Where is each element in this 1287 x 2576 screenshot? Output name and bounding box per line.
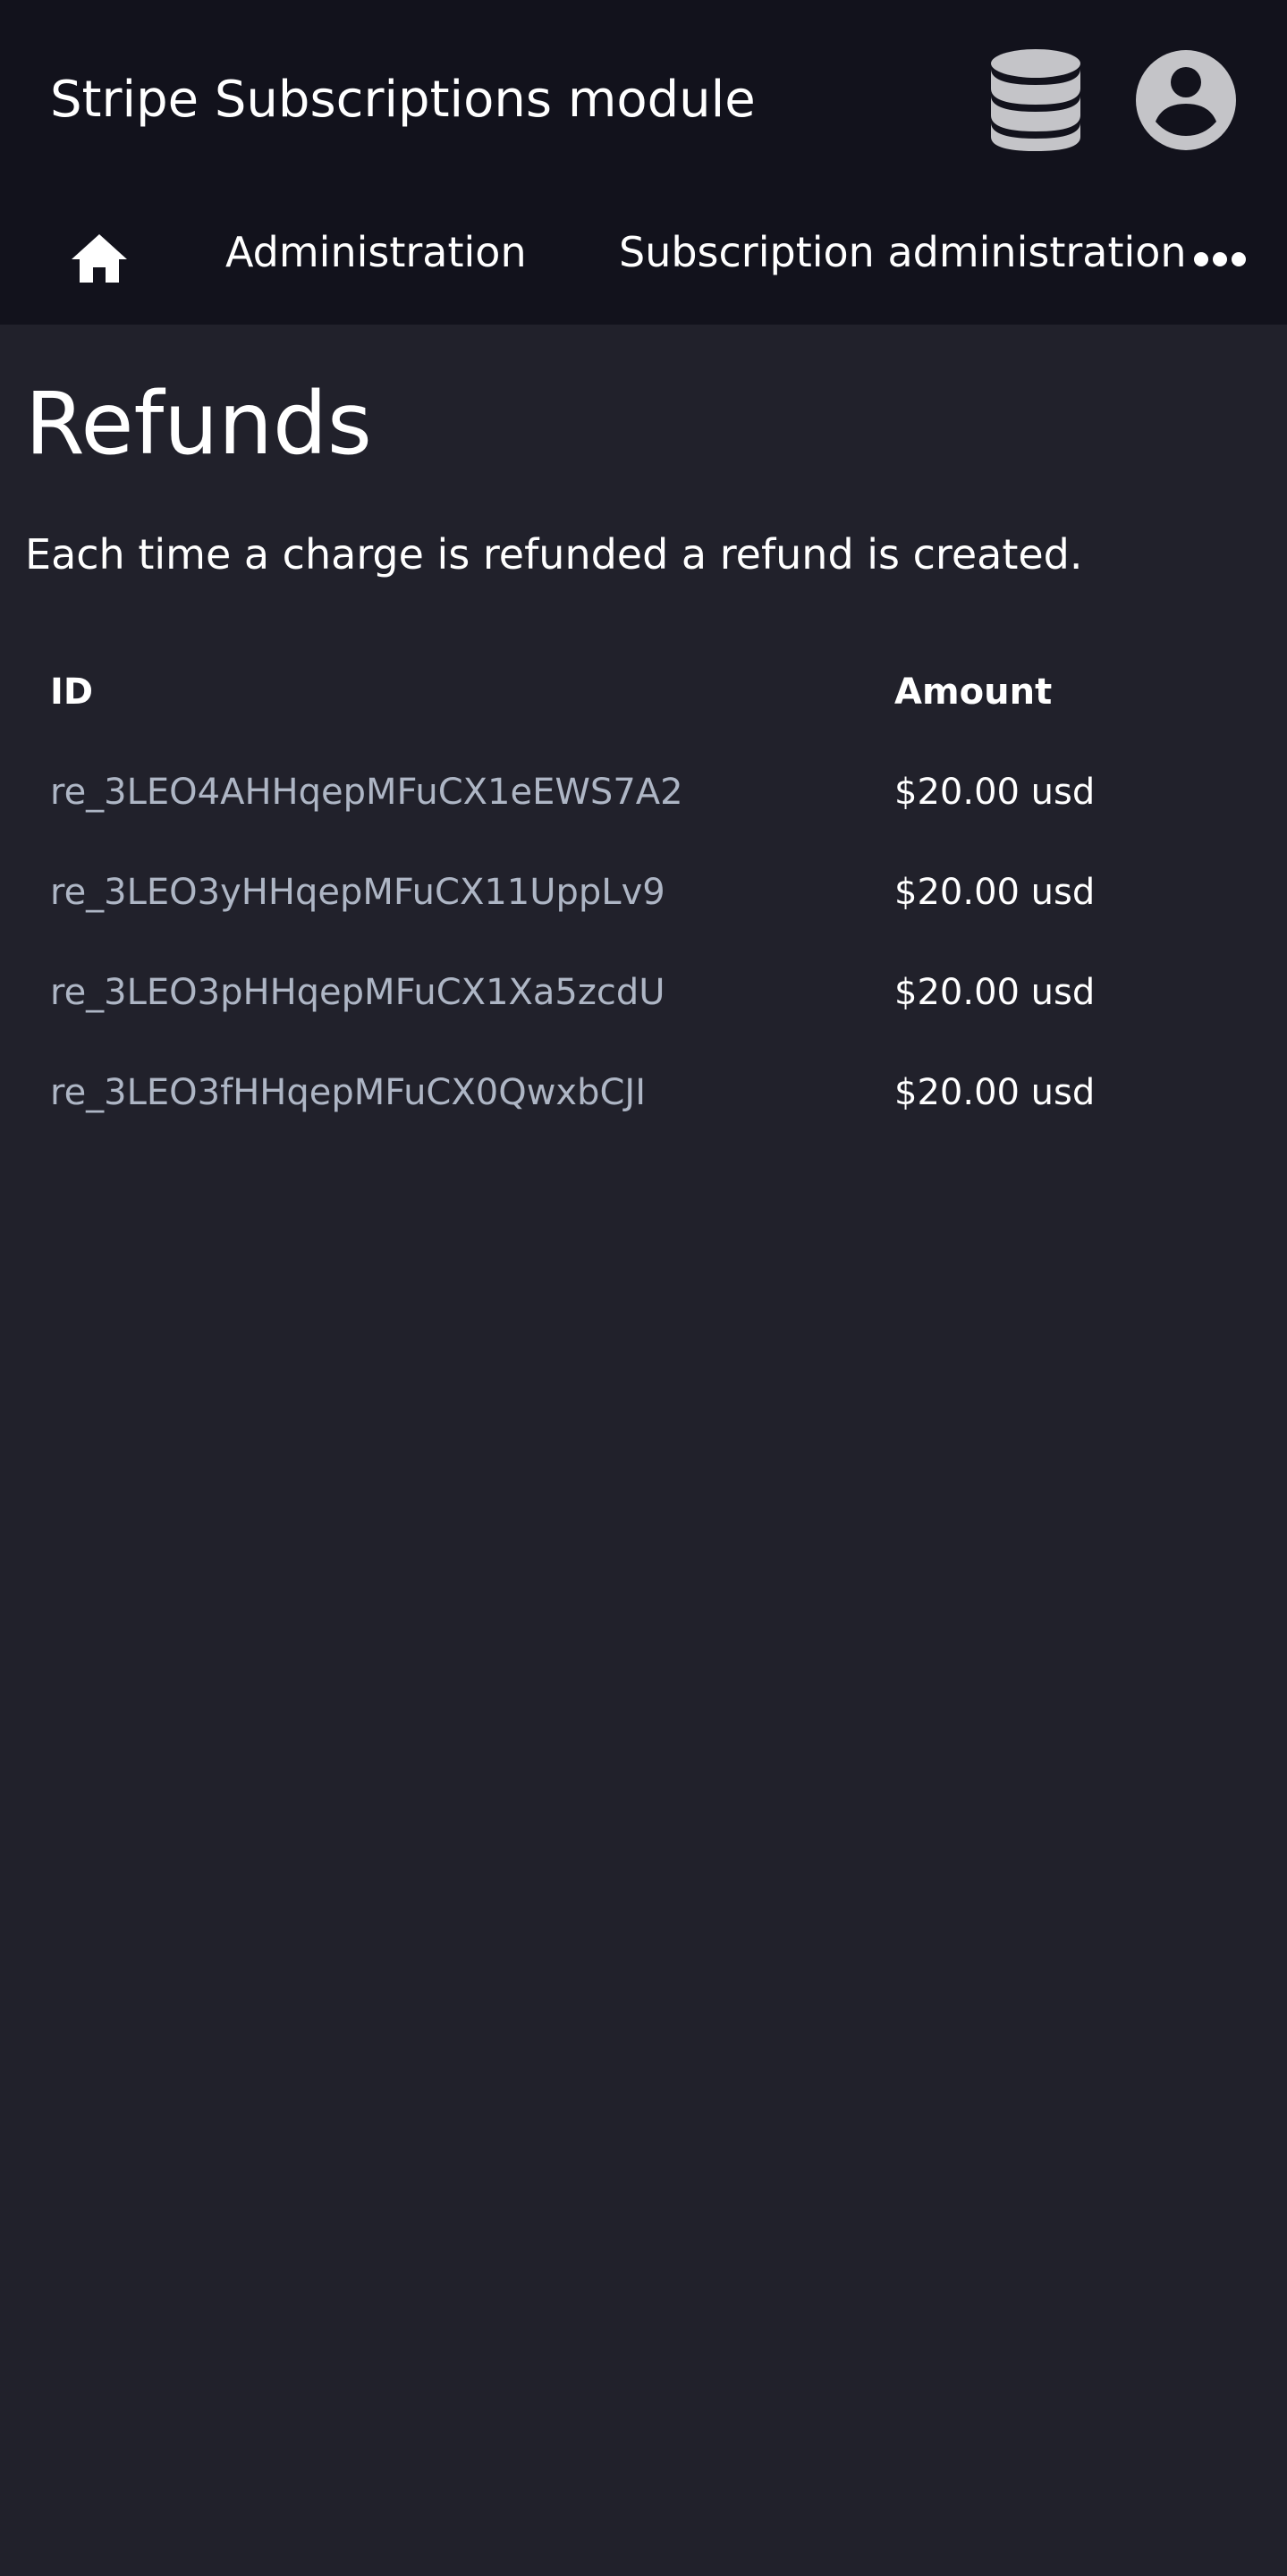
nav-item-subscription-administration[interactable]: Subscription administration: [619, 225, 1187, 279]
app-header: Stripe Subscriptions module Administrati…: [0, 0, 1287, 325]
nav-item-administration[interactable]: Administration: [225, 225, 527, 279]
table-row: re_3LEO3fHHqepMFuCX0QwxbCJI $20.00 usd: [25, 1043, 1262, 1143]
page-title: Refunds: [25, 374, 372, 474]
more-horizontal-icon[interactable]: [1193, 250, 1247, 268]
refund-amount: $20.00 usd: [894, 1072, 1096, 1113]
refund-amount: $20.00 usd: [894, 972, 1096, 1013]
refund-id-link[interactable]: re_3LEO3yHHqepMFuCX11UppLv9: [50, 842, 665, 942]
account-circle-icon[interactable]: [1136, 50, 1236, 150]
table-row: re_3LEO3pHHqepMFuCX1Xa5zcdU $20.00 usd: [25, 942, 1262, 1043]
refunds-table: ID Amount re_3LEO4AHHqepMFuCX1eEWS7A2 $2…: [25, 642, 1262, 1143]
refund-id-link[interactable]: re_3LEO4AHHqepMFuCX1eEWS7A2: [50, 742, 683, 842]
home-icon[interactable]: [72, 234, 127, 283]
table-row: re_3LEO4AHHqepMFuCX1eEWS7A2 $20.00 usd: [25, 742, 1262, 842]
table-header-row: ID Amount: [25, 642, 1262, 742]
database-icon[interactable]: [991, 49, 1080, 151]
refund-amount: $20.00 usd: [894, 872, 1096, 913]
refund-id-link[interactable]: re_3LEO3pHHqepMFuCX1Xa5zcdU: [50, 942, 665, 1043]
page-description: Each time a charge is refunded a refund …: [25, 530, 1083, 579]
app-title[interactable]: Stripe Subscriptions module: [50, 64, 756, 136]
refund-id-link[interactable]: re_3LEO3fHHqepMFuCX0QwxbCJI: [50, 1043, 646, 1143]
column-header-amount: Amount: [894, 671, 1053, 713]
column-header-id: ID: [50, 671, 94, 713]
refund-amount: $20.00 usd: [894, 772, 1096, 813]
breadcrumb-nav: Administration Subscription administrati…: [0, 188, 1287, 325]
table-row: re_3LEO3yHHqepMFuCX11UppLv9 $20.00 usd: [25, 842, 1262, 942]
